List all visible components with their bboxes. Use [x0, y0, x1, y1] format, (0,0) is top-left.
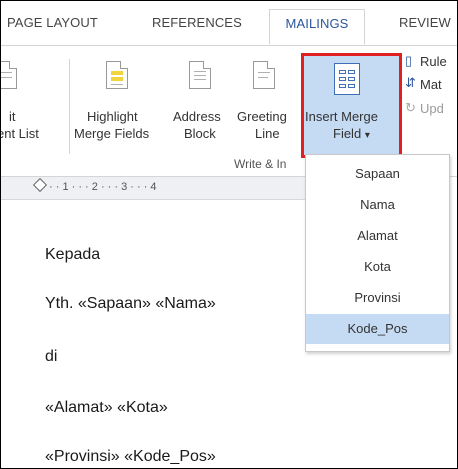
address-block-icon [189, 61, 211, 89]
doc-line-2[interactable]: Yth. «Sapaan» «Nama» [45, 295, 216, 313]
indent-marker-icon[interactable] [32, 177, 48, 193]
update-labels-button[interactable]: Upd [420, 101, 444, 116]
menu-item-sapaan[interactable]: Sapaan [306, 159, 449, 189]
menu-item-kota[interactable]: Kota [306, 252, 449, 282]
write-insert-group-label: Write & In [234, 157, 287, 171]
match-fields-icon: ⇵ [405, 75, 416, 90]
rules-icon: ▯ [405, 53, 413, 68]
menu-item-provinsi[interactable]: Provinsi [306, 283, 449, 313]
doc-line-4[interactable]: «Alamat» «Kota» [45, 399, 168, 417]
edit-recipient-list-label-1[interactable]: it [9, 108, 16, 125]
ribbon-tabs: PAGE LAYOUT REFERENCES MAILINGS REVIEW [1, 1, 457, 46]
ruler-marks: · · 1 · · · 2 · · · 3 · · · 4 [49, 181, 157, 193]
tab-references[interactable]: REFERENCES [152, 15, 242, 45]
doc-line-5[interactable]: «Provinsi» «Kode_Pos» [45, 448, 216, 466]
menu-item-alamat[interactable]: Alamat [306, 221, 449, 251]
horizontal-ruler[interactable]: · · 1 · · · 2 · · · 3 · · · 4 [1, 177, 311, 200]
highlight-callout-box [301, 53, 402, 158]
address-block-label-1[interactable]: Address [173, 108, 221, 125]
doc-line-1[interactable]: Kepada [45, 246, 100, 264]
address-block-label-2[interactable]: Block [184, 125, 216, 142]
rules-button[interactable]: Rule [420, 54, 447, 69]
edit-recipient-list-icon [1, 61, 17, 89]
greeting-line-label-2[interactable]: Line [255, 125, 280, 142]
highlight-merge-fields-label-1[interactable]: Highlight [87, 108, 138, 125]
merge-field-dropdown: Sapaan Nama Alamat Kota Provinsi Kode_Po… [305, 154, 450, 352]
update-labels-icon: ↻ [405, 100, 416, 115]
highlight-merge-fields-label-2[interactable]: Merge Fields [74, 125, 149, 142]
menu-item-nama[interactable]: Nama [306, 190, 449, 220]
greeting-line-label-1[interactable]: Greeting [237, 108, 287, 125]
tab-mailings[interactable]: MAILINGS [269, 9, 365, 45]
word-window: PAGE LAYOUT REFERENCES MAILINGS REVIEW i… [0, 0, 458, 469]
greeting-line-icon [253, 61, 275, 89]
ribbon-separator [69, 59, 70, 154]
match-fields-button[interactable]: Mat [420, 77, 442, 92]
menu-item-kode-pos[interactable]: Kode_Pos [306, 314, 449, 344]
edit-recipient-list-label-2[interactable]: ent List [1, 125, 39, 142]
tab-page-layout[interactable]: PAGE LAYOUT [7, 15, 98, 45]
highlight-merge-fields-icon [106, 61, 128, 89]
doc-line-3[interactable]: di [45, 348, 57, 366]
tab-review[interactable]: REVIEW [399, 15, 451, 45]
